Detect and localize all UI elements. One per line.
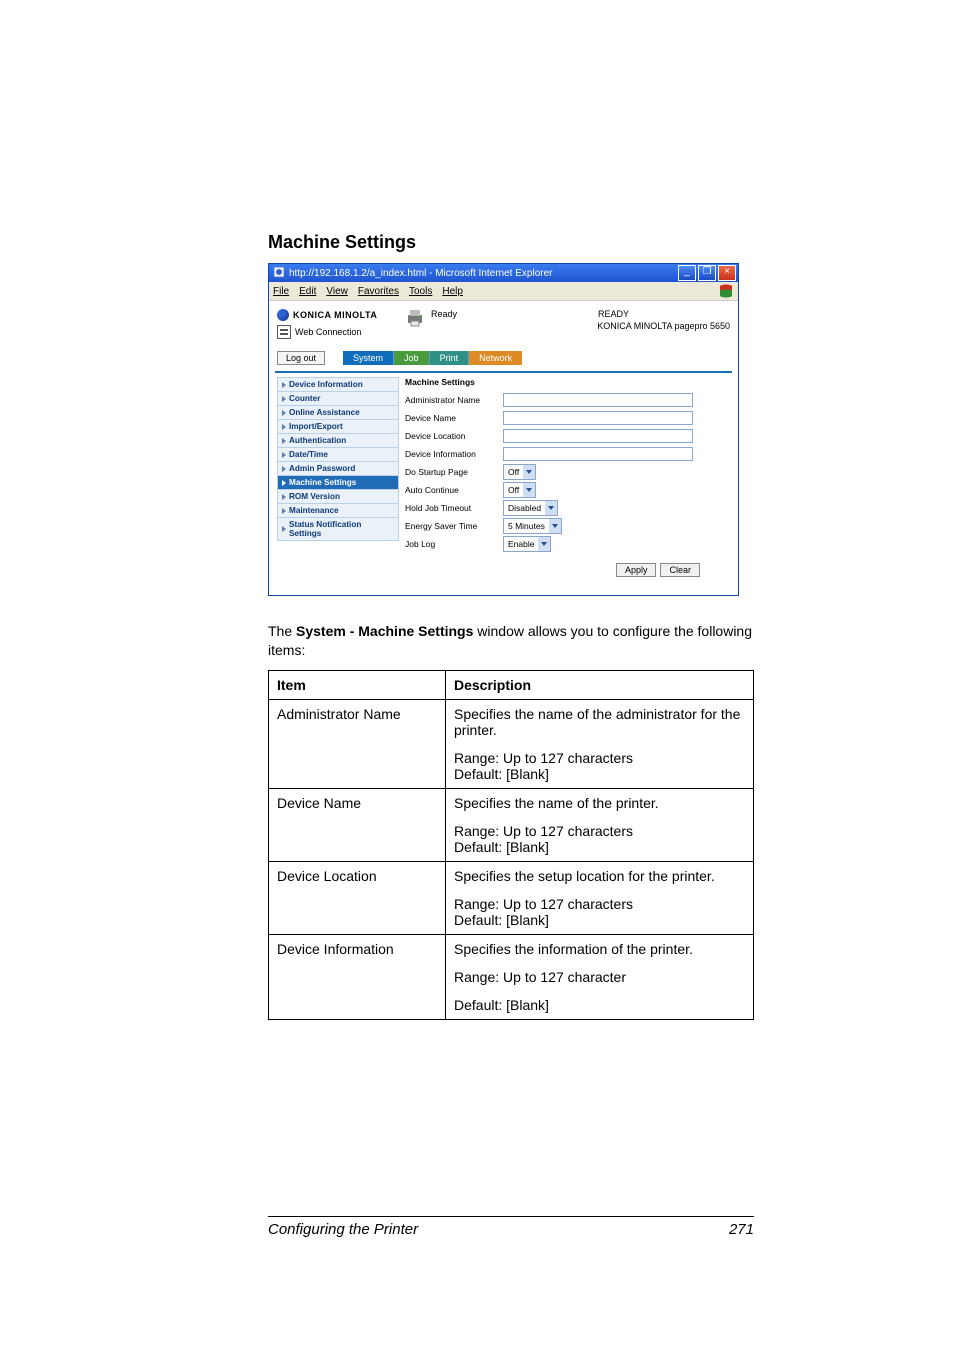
maximize-button[interactable]: ❐ [698, 265, 716, 281]
status-banner: READY [598, 309, 629, 319]
label-hold-timeout: Hold Job Timeout [405, 503, 503, 513]
sidebar: Device Information Counter Online Assist… [277, 377, 399, 577]
select-job-log[interactable]: Enable [503, 536, 551, 552]
sidebar-item-device-info[interactable]: Device Information [277, 377, 399, 392]
tab-separator [275, 371, 732, 373]
brand-name: KONICA MINOLTA [293, 310, 377, 320]
intro-text: The System - Machine Settings window all… [268, 622, 754, 660]
ie-page-icon [273, 266, 285, 281]
select-startup-page[interactable]: Off [503, 464, 536, 480]
menu-tools[interactable]: Tools [409, 286, 432, 297]
label-job-log: Job Log [405, 539, 503, 549]
input-device-location[interactable] [503, 429, 693, 443]
page-footer: Configuring the Printer 271 [268, 1216, 754, 1238]
device-id: KONICA MINOLTA pagepro 5650 [431, 321, 730, 331]
table-header-item: Item [269, 670, 446, 699]
menu-bar: File Edit View Favorites Tools Help [269, 282, 738, 301]
sidebar-item-date-time[interactable]: Date/Time [277, 448, 399, 462]
settings-panel: Machine Settings Administrator Name Devi… [405, 377, 730, 577]
pagescope-label: Web Connection [295, 327, 361, 337]
sidebar-item-status-notification[interactable]: Status Notification Settings [277, 518, 399, 541]
sidebar-item-maintenance[interactable]: Maintenance [277, 504, 399, 518]
panel-title: Machine Settings [405, 377, 730, 387]
input-device-name[interactable] [503, 411, 693, 425]
label-device-info: Device Information [405, 449, 503, 459]
select-auto-continue[interactable]: Off [503, 482, 536, 498]
browser-window: http://192.168.1.2/a_index.html - Micros… [268, 263, 739, 596]
close-button[interactable]: × [718, 265, 736, 281]
label-auto-continue: Auto Continue [405, 485, 503, 495]
label-energy-saver: Energy Saver Time [405, 521, 503, 531]
section-heading: Machine Settings [268, 232, 754, 253]
ready-label: Ready [431, 309, 457, 319]
label-admin-name: Administrator Name [405, 395, 503, 405]
label-device-location: Device Location [405, 431, 503, 441]
table-row: Device Information Specifies the informa… [269, 934, 754, 1019]
printer-icon [405, 309, 425, 329]
minimize-button[interactable]: _ [678, 265, 696, 281]
menu-file[interactable]: File [273, 286, 289, 297]
menu-edit[interactable]: Edit [299, 286, 316, 297]
page-number: 271 [729, 1221, 754, 1238]
input-admin-name[interactable] [503, 393, 693, 407]
km-logo-icon [277, 309, 289, 321]
logout-button[interactable]: Log out [277, 351, 325, 365]
sidebar-item-admin-password[interactable]: Admin Password [277, 462, 399, 476]
chevron-down-icon [549, 519, 561, 533]
tab-job[interactable]: Job [394, 351, 430, 365]
sidebar-item-rom-version[interactable]: ROM Version [277, 490, 399, 504]
tab-network[interactable]: Network [469, 351, 522, 365]
chevron-down-icon [523, 483, 535, 497]
sidebar-item-import-export[interactable]: Import/Export [277, 420, 399, 434]
description-table: Item Description Administrator Name Spec… [268, 670, 754, 1020]
chevron-down-icon [545, 501, 557, 515]
pagescope-icon [277, 325, 291, 339]
label-device-name: Device Name [405, 413, 503, 423]
sidebar-item-online-assistance[interactable]: Online Assistance [277, 406, 399, 420]
sidebar-item-machine-settings[interactable]: Machine Settings [277, 476, 399, 490]
sidebar-item-authentication[interactable]: Authentication [277, 434, 399, 448]
footer-title: Configuring the Printer [268, 1221, 418, 1238]
ie-flag-icon [718, 283, 734, 299]
table-row: Device Name Specifies the name of the pr… [269, 788, 754, 861]
tab-print[interactable]: Print [430, 351, 470, 365]
tab-strip: System Job Print Network [343, 351, 522, 365]
clear-button[interactable]: Clear [660, 563, 700, 577]
table-row: Device Location Specifies the setup loca… [269, 861, 754, 934]
table-row: Administrator Name Specifies the name of… [269, 699, 754, 788]
chevron-down-icon [538, 537, 550, 551]
window-title: http://192.168.1.2/a_index.html - Micros… [289, 268, 678, 279]
window-title-bar: http://192.168.1.2/a_index.html - Micros… [269, 264, 738, 282]
select-hold-timeout[interactable]: Disabled [503, 500, 558, 516]
table-header-description: Description [446, 670, 754, 699]
menu-view[interactable]: View [326, 286, 348, 297]
sidebar-item-counter[interactable]: Counter [277, 392, 399, 406]
input-device-info[interactable] [503, 447, 693, 461]
apply-button[interactable]: Apply [616, 563, 657, 577]
menu-help[interactable]: Help [442, 286, 463, 297]
label-startup-page: Do Startup Page [405, 467, 503, 477]
select-energy-saver[interactable]: 5 Minutes [503, 518, 562, 534]
tab-system[interactable]: System [343, 351, 394, 365]
chevron-down-icon [523, 465, 535, 479]
menu-favorites[interactable]: Favorites [358, 286, 399, 297]
